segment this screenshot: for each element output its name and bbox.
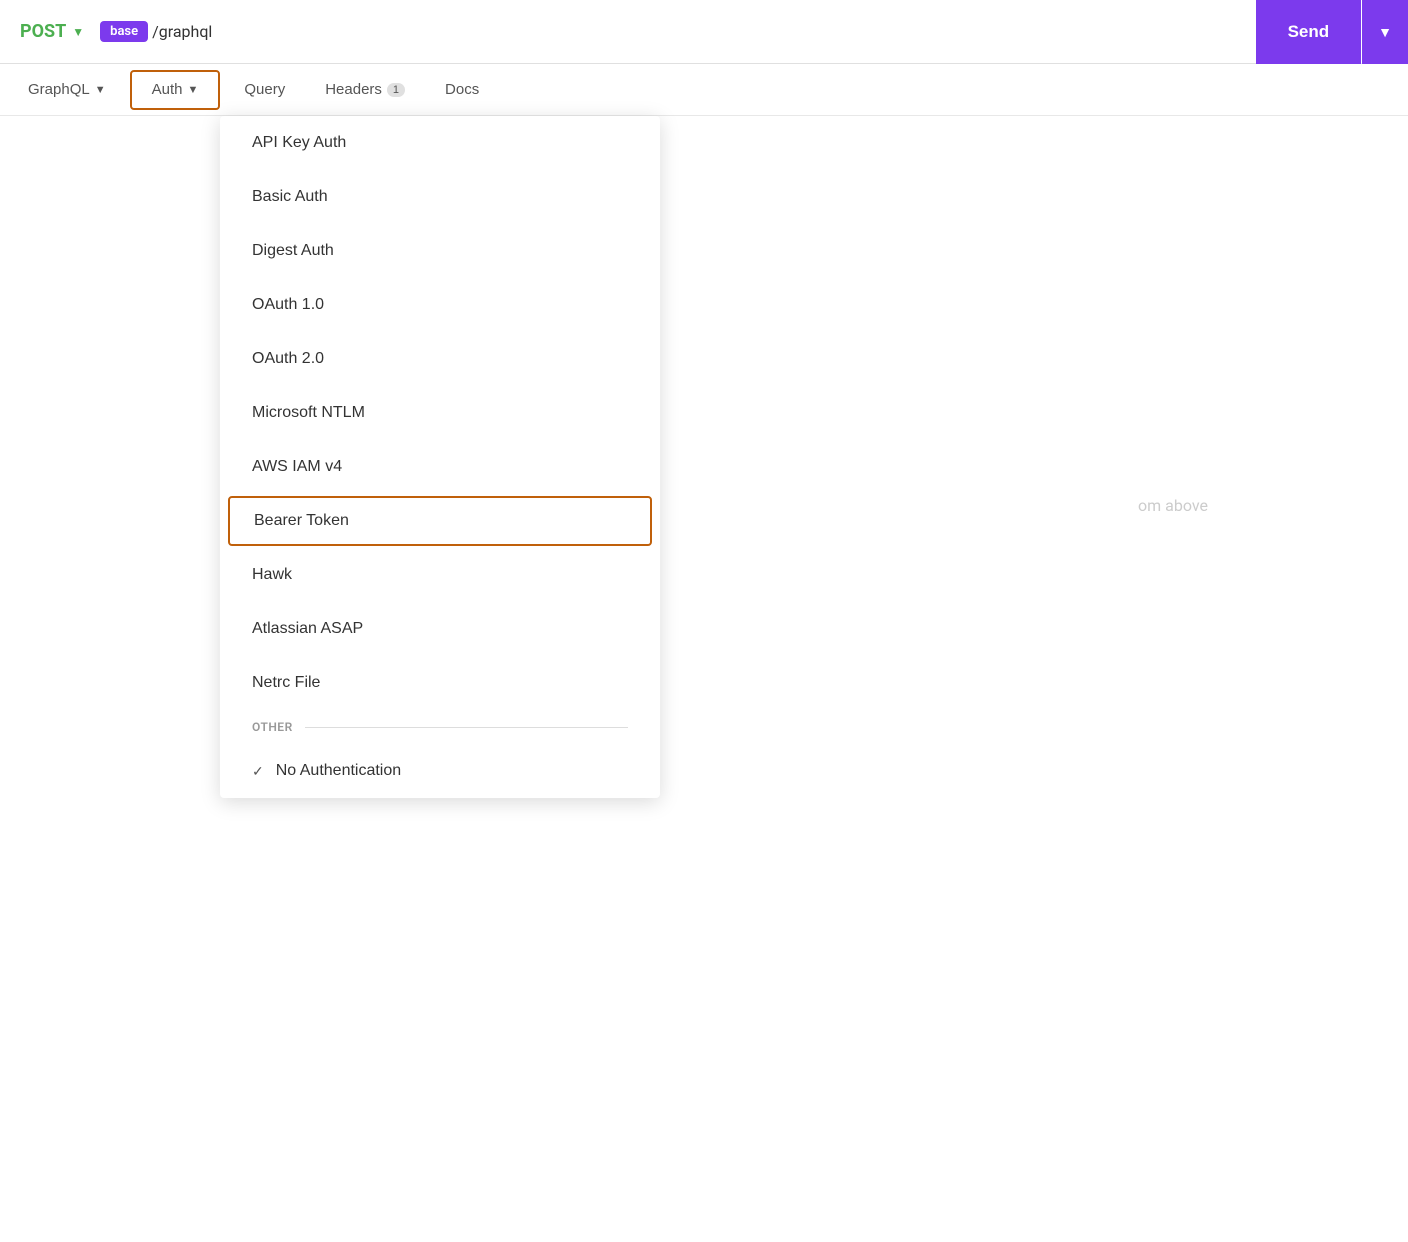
dropdown-item-digest-auth[interactable]: Digest Auth	[220, 224, 660, 278]
send-group: Send ▼	[1256, 0, 1408, 64]
microsoft-ntlm-label: Microsoft NTLM	[252, 404, 365, 422]
netrc-file-label: Netrc File	[252, 674, 320, 692]
auth-dropdown: API Key Auth Basic Auth Digest Auth OAut…	[220, 116, 660, 798]
tab-docs[interactable]: Docs	[425, 64, 499, 116]
oauth-2-label: OAuth 2.0	[252, 350, 324, 368]
main-content: om above API Key Auth Basic Auth Digest …	[0, 116, 1408, 1242]
tab-graphql-label: GraphQL	[28, 81, 90, 98]
method-badge: POST ▼	[20, 21, 84, 42]
dropdown-item-oauth-1[interactable]: OAuth 1.0	[220, 278, 660, 332]
send-dropdown-button[interactable]: ▼	[1362, 0, 1408, 64]
dropdown-item-microsoft-ntlm[interactable]: Microsoft NTLM	[220, 386, 660, 440]
bg-hint-text: om above	[1138, 496, 1208, 515]
tab-auth-label: Auth	[152, 81, 183, 98]
tab-headers[interactable]: Headers 1	[305, 64, 425, 116]
dropdown-item-atlassian-asap[interactable]: Atlassian ASAP	[220, 602, 660, 656]
dropdown-item-hawk[interactable]: Hawk	[220, 548, 660, 602]
dropdown-item-oauth-2[interactable]: OAuth 2.0	[220, 332, 660, 386]
atlassian-asap-label: Atlassian ASAP	[252, 620, 363, 638]
tab-query-label: Query	[244, 81, 285, 98]
dropdown-item-api-key-auth[interactable]: API Key Auth	[220, 116, 660, 170]
digest-auth-label: Digest Auth	[252, 242, 334, 260]
dropdown-item-basic-auth[interactable]: Basic Auth	[220, 170, 660, 224]
tab-graphql[interactable]: GraphQL ▼	[8, 64, 126, 116]
other-label: OTHER	[252, 720, 293, 734]
tab-auth[interactable]: Auth ▼	[130, 70, 221, 110]
dropdown-item-bearer-token[interactable]: Bearer Token	[228, 496, 652, 546]
top-bar: POST ▼ base /graphql Send ▼	[0, 0, 1408, 64]
method-label: POST	[20, 21, 66, 42]
send-button[interactable]: Send	[1256, 0, 1362, 64]
headers-badge: 1	[387, 83, 405, 97]
base-pill[interactable]: base	[100, 21, 148, 42]
bearer-token-label: Bearer Token	[254, 512, 349, 530]
tab-auth-chevron-icon: ▼	[187, 84, 198, 96]
tab-query[interactable]: Query	[224, 64, 305, 116]
dropdown-item-netrc-file[interactable]: Netrc File	[220, 656, 660, 710]
send-dropdown-chevron-icon: ▼	[1378, 24, 1392, 40]
tab-headers-label: Headers	[325, 81, 382, 98]
url-path[interactable]: /graphql	[152, 22, 1255, 41]
dropdown-item-aws-iam[interactable]: AWS IAM v4	[220, 440, 660, 494]
hawk-label: Hawk	[252, 566, 292, 584]
aws-iam-label: AWS IAM v4	[252, 458, 342, 476]
no-authentication-label: No Authentication	[276, 762, 401, 780]
send-label: Send	[1288, 22, 1330, 42]
tab-bar: GraphQL ▼ Auth ▼ Query Headers 1 Docs	[0, 64, 1408, 116]
divider-line	[305, 727, 628, 728]
oauth-1-label: OAuth 1.0	[252, 296, 324, 314]
no-auth-check-icon: ✓	[252, 763, 264, 780]
tab-docs-label: Docs	[445, 81, 479, 98]
method-chevron-icon[interactable]: ▼	[72, 25, 84, 39]
api-key-auth-label: API Key Auth	[252, 134, 346, 152]
dropdown-item-no-authentication[interactable]: ✓ No Authentication	[220, 744, 660, 798]
basic-auth-label: Basic Auth	[252, 188, 328, 206]
other-divider-section: OTHER	[220, 710, 660, 744]
tab-graphql-chevron-icon: ▼	[95, 84, 106, 96]
